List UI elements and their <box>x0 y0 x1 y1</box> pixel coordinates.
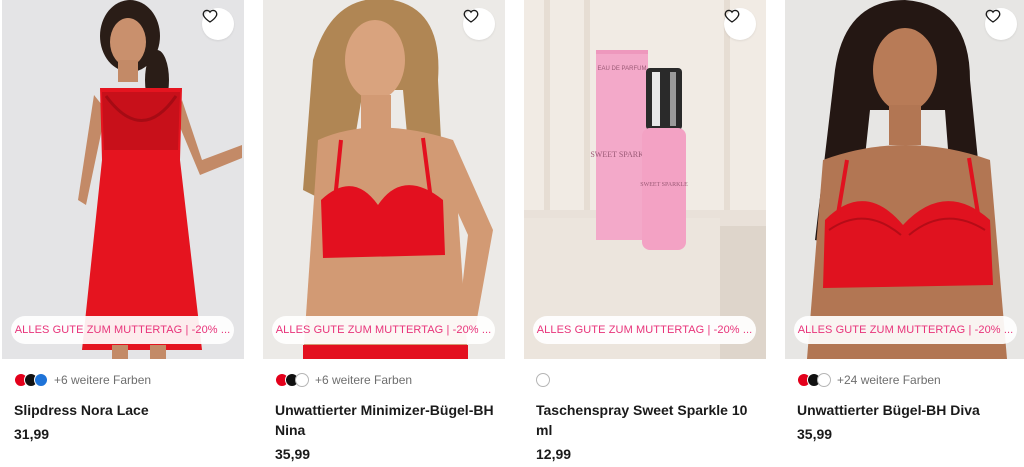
color-swatches[interactable] <box>536 372 550 388</box>
promo-badge[interactable]: ALLES GUTE ZUM MUTTERTAG | -20% ... <box>533 316 756 344</box>
model-photo-slipdress <box>2 0 244 359</box>
color-swatches[interactable]: +6 weitere Farben <box>14 372 151 388</box>
heart-outline-icon <box>463 9 479 23</box>
box-label-top: EAU DE PARFUM <box>598 66 647 72</box>
product-price: 12,99 <box>536 446 572 462</box>
product-title[interactable]: Taschenspray Sweet Sparkle 10 ml <box>536 400 762 440</box>
more-colors-link[interactable]: +24 weitere Farben <box>837 373 941 387</box>
color-swatch-white[interactable] <box>536 373 550 387</box>
promo-badge[interactable]: ALLES GUTE ZUM MUTTERTAG | -20% ... <box>272 316 495 344</box>
product-title[interactable]: Unwattierter Minimizer-Bügel-BH Nina <box>275 400 501 440</box>
model-photo-bra-nina <box>263 0 505 359</box>
product-card[interactable]: EAU DE PARFUM SWEET SPARKLE SWEET SPARKL… <box>524 0 766 467</box>
product-price: 35,99 <box>275 446 311 462</box>
promo-badge[interactable]: ALLES GUTE ZUM MUTTERTAG | -20% ... <box>794 316 1017 344</box>
favorite-button[interactable] <box>463 8 495 40</box>
product-grid: ALLES GUTE ZUM MUTTERTAG | -20% ... +6 w… <box>0 0 1024 467</box>
product-image[interactable]: EAU DE PARFUM SWEET SPARKLE SWEET SPARKL… <box>524 0 766 359</box>
product-price: 31,99 <box>14 426 50 442</box>
color-swatches[interactable]: +6 weitere Farben <box>275 372 412 388</box>
product-card[interactable]: ALLES GUTE ZUM MUTTERTAG | -20% ... +6 w… <box>2 0 244 467</box>
product-price: 35,99 <box>797 426 833 442</box>
model-photo-bra-diva <box>785 0 1024 359</box>
heart-outline-icon <box>202 9 218 23</box>
product-title[interactable]: Slipdress Nora Lace <box>14 400 240 420</box>
product-card[interactable]: ALLES GUTE ZUM MUTTERTAG | -20% ... +6 w… <box>263 0 505 467</box>
favorite-button[interactable] <box>985 8 1017 40</box>
bottle-label: SWEET SPARKLE <box>640 182 688 188</box>
promo-badge[interactable]: ALLES GUTE ZUM MUTTERTAG | -20% ... <box>11 316 234 344</box>
heart-outline-icon <box>724 9 740 23</box>
favorite-button[interactable] <box>724 8 756 40</box>
product-title[interactable]: Unwattierter Bügel-BH Diva <box>797 400 1023 420</box>
perfume-photo: EAU DE PARFUM SWEET SPARKLE SWEET SPARKL… <box>524 0 766 359</box>
heart-outline-icon <box>985 9 1001 23</box>
more-colors-link[interactable]: +6 weitere Farben <box>315 373 412 387</box>
color-swatch-white[interactable] <box>817 373 831 387</box>
product-image[interactable]: ALLES GUTE ZUM MUTTERTAG | -20% ... <box>263 0 505 359</box>
product-image[interactable]: ALLES GUTE ZUM MUTTERTAG | -20% ... <box>785 0 1024 359</box>
color-swatch-white[interactable] <box>295 373 309 387</box>
color-swatches[interactable]: +24 weitere Farben <box>797 372 941 388</box>
product-card[interactable]: ALLES GUTE ZUM MUTTERTAG | -20% ... +24 … <box>785 0 1024 467</box>
more-colors-link[interactable]: +6 weitere Farben <box>54 373 151 387</box>
product-image[interactable]: ALLES GUTE ZUM MUTTERTAG | -20% ... <box>2 0 244 359</box>
color-swatch-blue[interactable] <box>34 373 48 387</box>
favorite-button[interactable] <box>202 8 234 40</box>
